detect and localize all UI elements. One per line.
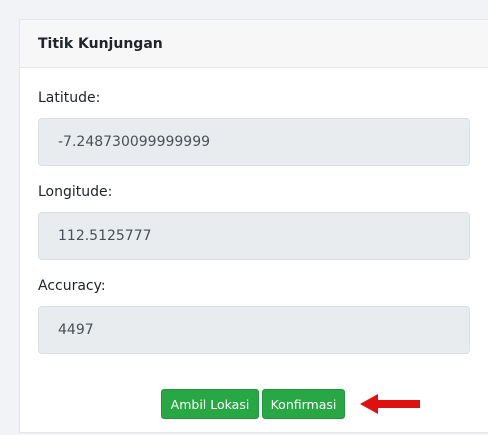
- confirm-button[interactable]: Konfirmasi: [262, 389, 345, 419]
- card-title: Titik Kunjungan: [38, 35, 163, 52]
- accuracy-label: Accuracy:: [38, 278, 106, 294]
- get-location-button[interactable]: Ambil Lokasi: [161, 389, 259, 419]
- page: Titik Kunjungan Latitude: -7.24873009999…: [0, 0, 488, 435]
- red-arrow-left-icon: [360, 394, 420, 414]
- latitude-field[interactable]: -7.248730099999999: [38, 118, 470, 166]
- accuracy-field[interactable]: 4497: [38, 306, 470, 354]
- longitude-label: Longitude:: [38, 184, 113, 200]
- visit-point-card: Titik Kunjungan Latitude: -7.24873009999…: [19, 19, 488, 433]
- latitude-label: Latitude:: [38, 90, 101, 106]
- longitude-field[interactable]: 112.5125777: [38, 212, 470, 260]
- card-header: Titik Kunjungan: [20, 20, 488, 68]
